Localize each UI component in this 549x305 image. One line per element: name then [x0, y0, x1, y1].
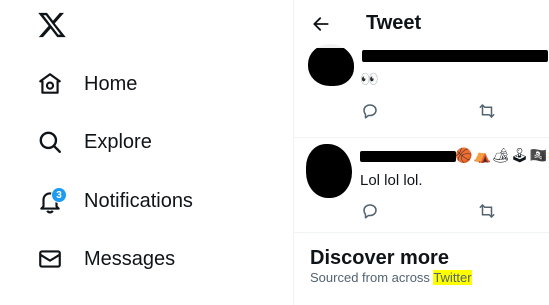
redacted-username — [360, 151, 456, 162]
sidebar-item-notifications[interactable]: 3 Notifications — [36, 181, 193, 221]
home-icon — [36, 70, 64, 98]
notification-badge: 3 — [51, 187, 67, 203]
sidebar-item-label: Messages — [84, 247, 176, 270]
emoji: 🏀 — [455, 148, 473, 164]
redacted-username — [362, 50, 548, 62]
tweet-text: 👀 — [360, 71, 379, 88]
subtitle-prefix: Sourced from across — [310, 270, 434, 285]
emoji: 🕹 — [510, 148, 529, 164]
bell-icon: 3 — [36, 187, 67, 215]
tweet-text: Lol lol lol. — [360, 172, 423, 189]
discover-more-subtitle: Sourced from across Twitter — [310, 270, 472, 285]
back-arrow-icon[interactable] — [308, 11, 334, 37]
sidebar-item-label: Explore — [84, 130, 152, 153]
page-title: Tweet — [366, 12, 422, 34]
reply-icon[interactable] — [360, 101, 380, 121]
sidebar: Home Explore 3 Notifications Messages — [0, 0, 293, 305]
avatar[interactable] — [308, 44, 354, 86]
emoji: ⛺ — [473, 148, 491, 164]
sidebar-item-label: Notifications — [84, 189, 193, 212]
reply-icon[interactable] — [360, 201, 380, 221]
top-header: Tweet — [294, 0, 549, 48]
x-logo-icon[interactable] — [37, 10, 67, 40]
envelope-icon — [36, 245, 64, 273]
sidebar-item-messages[interactable]: Messages — [36, 239, 175, 279]
discover-more-heading: Discover more — [310, 247, 449, 269]
search-icon — [36, 128, 64, 156]
emoji: 🏴‍☠️ — [529, 148, 547, 164]
retweet-icon[interactable] — [477, 101, 497, 121]
retweet-icon[interactable] — [477, 201, 497, 221]
twitter-link[interactable]: Twitter — [433, 270, 472, 285]
username-emojis: 🏀 ⛺ 🏕 🕹 🏴‍☠️ 🌞 — [455, 148, 549, 164]
avatar[interactable] — [306, 144, 352, 198]
section-divider — [294, 232, 549, 233]
emoji: 🏕 — [491, 148, 510, 164]
tweet-column: 👀 Lol lol lol. — [294, 0, 549, 305]
sidebar-item-label: Home — [84, 72, 138, 95]
sidebar-item-explore[interactable]: Explore — [36, 122, 152, 162]
sidebar-item-home[interactable]: Home — [36, 64, 137, 104]
